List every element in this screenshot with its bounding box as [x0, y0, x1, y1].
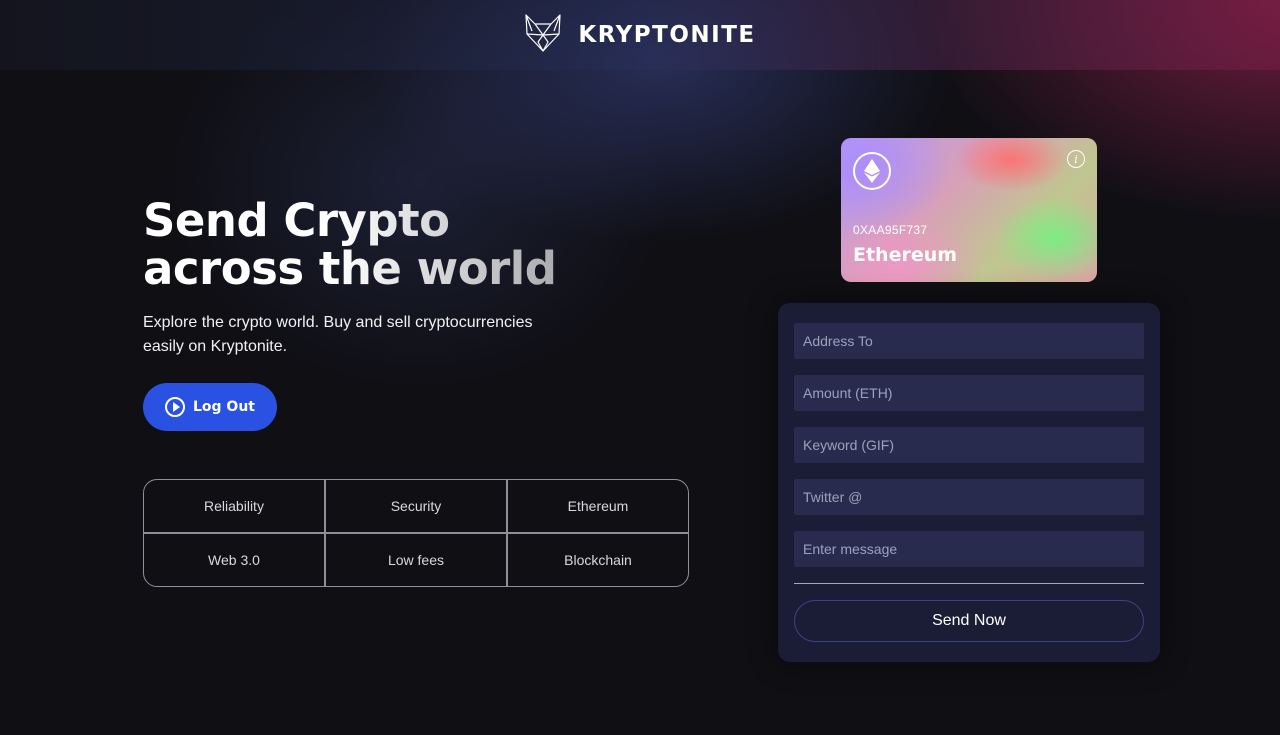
- network-name: Ethereum: [853, 244, 958, 266]
- brand[interactable]: KRYPTONITE: [524, 13, 755, 58]
- logout-button[interactable]: Log Out: [143, 383, 277, 431]
- feature-cell: Web 3.0: [143, 533, 325, 587]
- ethereum-card: i 0XAA95F737 Ethereum: [841, 138, 1097, 282]
- feature-cell: Reliability: [143, 479, 325, 533]
- hero-title: Send Crypto across the world: [143, 197, 563, 293]
- amount-input[interactable]: [794, 375, 1144, 411]
- ethereum-icon: [853, 152, 891, 190]
- keyword-input[interactable]: [794, 427, 1144, 463]
- send-form: Send Now: [778, 303, 1160, 662]
- feature-cell: Ethereum: [507, 479, 689, 533]
- send-now-button[interactable]: Send Now: [794, 600, 1144, 642]
- navbar: KRYPTONITE: [0, 0, 1280, 70]
- features-grid: Reliability Security Ethereum Web 3.0 Lo…: [143, 479, 689, 587]
- feature-cell: Security: [325, 479, 507, 533]
- fox-logo-icon: [524, 13, 562, 58]
- brand-name: KRYPTONITE: [578, 22, 756, 48]
- logout-label: Log Out: [193, 399, 255, 415]
- hero-subtitle: Explore the crypto world. Buy and sell c…: [143, 314, 533, 355]
- hero-title-line2: across the world: [143, 242, 557, 295]
- info-icon[interactable]: i: [1067, 150, 1085, 168]
- form-divider: [794, 583, 1144, 584]
- feature-cell: Low fees: [325, 533, 507, 587]
- address-to-input[interactable]: [794, 323, 1144, 359]
- twitter-input[interactable]: [794, 479, 1144, 515]
- hero-title-line1: Send Crypto: [143, 194, 450, 247]
- feature-cell: Blockchain: [507, 533, 689, 587]
- play-circle-icon: [165, 397, 185, 417]
- wallet-address: 0XAA95F737: [853, 223, 928, 237]
- message-input[interactable]: [794, 531, 1144, 567]
